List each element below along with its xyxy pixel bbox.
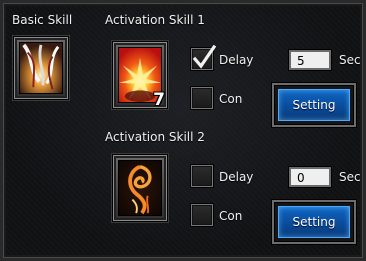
con-checkbox-2[interactable] [191,204,213,226]
flame-spiral-skill-icon [118,160,162,216]
activation-skill-2-title: Activation Skill 2 [105,130,205,144]
basic-skill-icon [19,42,63,94]
activation-skill-1-title: Activation Skill 1 [105,13,205,27]
basic-skill-slot[interactable] [13,36,69,100]
activation-skill-1-slot[interactable]: 7 [112,41,168,110]
basic-skill-title: Basic Skill [12,13,73,27]
checkmark-icon [192,45,216,69]
seconds-unit-label-2: Sec [339,170,361,184]
setting-button-2[interactable]: Setting [272,200,356,244]
skill-level-badge: 7 [153,90,165,110]
activation-skill-2-slot[interactable] [112,154,168,222]
seconds-unit-label-1: Sec [339,53,361,67]
con-checkbox-1[interactable] [191,87,213,109]
con-label-2: Con [219,209,243,223]
setting-button-1-label: Setting [278,89,350,121]
delay-checkbox-2[interactable] [191,165,213,187]
delay-label-1: Delay [219,53,254,67]
delay-seconds-input-1[interactable]: 5 [289,50,331,70]
delay-checkbox-1[interactable] [191,45,216,70]
delay-label-2: Delay [219,170,254,184]
setting-button-1[interactable]: Setting [272,83,356,127]
setting-button-2-label: Setting [278,206,350,238]
skill-settings-panel: Basic Skill Activation Skill 1 7 Delay C… [0,0,366,261]
delay-seconds-input-2[interactable]: 0 [289,167,331,187]
con-label-1: Con [219,92,243,106]
